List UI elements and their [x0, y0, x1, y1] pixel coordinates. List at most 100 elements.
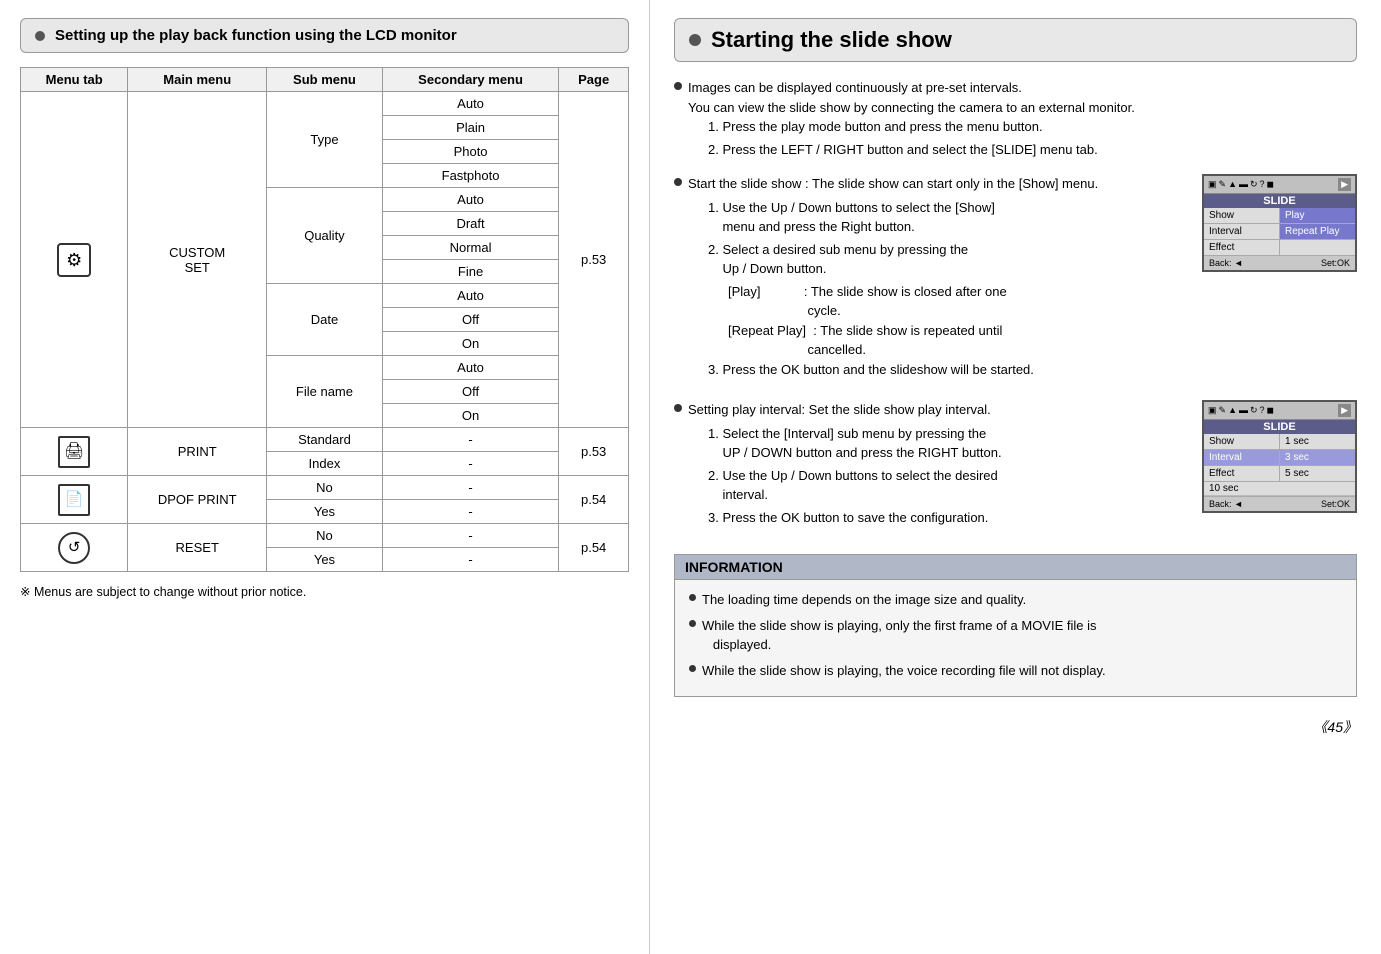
secondary-d-auto: Auto	[382, 284, 558, 308]
sub-menu-dpof-no: No	[267, 476, 383, 500]
section1-title-para: Start the slide show : The slide show ca…	[674, 174, 1182, 382]
col-main-menu: Main menu	[128, 68, 267, 92]
menu-table: Menu tab Main menu Sub menu Secondary me…	[20, 67, 629, 572]
lcd1-show-value: Play	[1280, 208, 1355, 223]
intro-line-2: You can view the slide show by connectin…	[688, 98, 1357, 118]
table-row: 📄 DPOF PRINT No - p.54	[21, 476, 629, 500]
sub-menu-standard: Standard	[267, 428, 383, 452]
secondary-d-off: Off	[382, 308, 558, 332]
icon-cell-dpof: 📄	[21, 476, 128, 524]
lcd2-effect-value: 5 sec	[1280, 466, 1355, 481]
sub-menu-date: Date	[267, 284, 383, 356]
secondary-plain: Plain	[382, 116, 558, 140]
footnote-text: ※ Menus are subject to change without pr…	[20, 584, 629, 599]
lcd2-icons: ▣✎▲▬↻?◼	[1208, 405, 1274, 416]
secondary-q-auto: Auto	[382, 188, 558, 212]
info-text-2: While the slide show is playing, only th…	[702, 616, 1097, 655]
section1-title: Start the slide show : The slide show ca…	[688, 176, 1098, 191]
right-header-bullet	[689, 34, 701, 46]
intro-step-2: 2. Press the LEFT / RIGHT button and sel…	[708, 140, 1357, 160]
lcd2-footer-left: Back: ◄	[1209, 499, 1243, 509]
secondary-standard: -	[382, 428, 558, 452]
main-menu-print: PRINT	[128, 428, 267, 476]
lcd2-interval-label: Interval	[1204, 450, 1280, 465]
secondary-reset-no: -	[382, 524, 558, 548]
secondary-normal: Normal	[382, 236, 558, 260]
info-item-2: While the slide show is playing, only th…	[689, 616, 1342, 655]
lcd1-row-interval: Interval Repeat Play	[1204, 224, 1355, 240]
col-page: Page	[559, 68, 629, 92]
section2-title: Setting play interval: Set the slide sho…	[688, 402, 991, 417]
s2-step1: 1. Select the [Interval] sub menu by pre…	[708, 424, 1182, 463]
sub-menu-filename: File name	[267, 356, 383, 428]
right-section-header: Starting the slide show	[674, 18, 1357, 62]
section2-desc: Setting play interval: Set the slide sho…	[674, 400, 1182, 538]
right-header-title: Starting the slide show	[711, 27, 952, 53]
secondary-draft: Draft	[382, 212, 558, 236]
lcd1-interval-label: Interval	[1204, 224, 1280, 239]
main-menu-reset: RESET	[128, 524, 267, 572]
sub-menu-reset-no: No	[267, 524, 383, 548]
table-row: ⚙ CUSTOMSET Type Auto p.53	[21, 92, 629, 116]
lcd2-row-effect: Effect 5 sec	[1204, 466, 1355, 482]
page-p53-custom: p.53	[559, 92, 629, 428]
print-icon: 🖨	[58, 436, 90, 468]
sub-menu-type: Type	[267, 92, 383, 188]
col-sub-menu: Sub menu	[267, 68, 383, 92]
secondary-auto: Auto	[382, 92, 558, 116]
custom-set-icon: ⚙	[57, 243, 91, 277]
secondary-f-off: Off	[382, 380, 558, 404]
lcd2-interval-value: 3 sec	[1280, 450, 1355, 465]
info-item-1: The loading time depends on the image si…	[689, 590, 1342, 610]
info-text-1: The loading time depends on the image si…	[702, 590, 1026, 610]
intro-bullet-1: Images can be displayed continuously at …	[674, 78, 1357, 162]
page-p53-print: p.53	[559, 428, 629, 476]
info-item-3: While the slide show is playing, the voi…	[689, 661, 1342, 681]
s1-repeatplay: [Repeat Play] : The slide show is repeat…	[728, 321, 1182, 360]
lcd2-row-interval: Interval 3 sec	[1204, 450, 1355, 466]
lcd2-row-show: Show 1 sec	[1204, 434, 1355, 450]
left-panel: Setting up the play back function using …	[0, 0, 650, 954]
lcd1-row-show: Show Play	[1204, 208, 1355, 224]
secondary-index: -	[382, 452, 558, 476]
section1: Start the slide show : The slide show ca…	[674, 174, 1357, 390]
intro-section: Images can be displayed continuously at …	[674, 78, 1357, 162]
lcd2-show-value: 1 sec	[1280, 434, 1355, 449]
info-text-3: While the slide show is playing, the voi…	[702, 661, 1106, 681]
main-menu-dpof: DPOF PRINT	[128, 476, 267, 524]
left-section-header: Setting up the play back function using …	[20, 18, 629, 53]
info-box-header: INFORMATION	[675, 555, 1356, 580]
section1-desc: Start the slide show : The slide show ca…	[674, 174, 1182, 390]
lcd2-show-label: Show	[1204, 434, 1280, 449]
s1-step2: 2. Select a desired sub menu by pressing…	[708, 240, 1182, 279]
secondary-d-on: On	[382, 332, 558, 356]
intro-line-1: Images can be displayed continuously at …	[688, 78, 1357, 98]
page-p54-reset: p.54	[559, 524, 629, 572]
sub-menu-reset-yes: Yes	[267, 548, 383, 572]
lcd-panel-2: ▣✎▲▬↻?◼ ▶ SLIDE Show 1 sec Interval 3 se…	[1202, 400, 1357, 513]
table-row: ↺ RESET No - p.54	[21, 524, 629, 548]
lcd1-icons: ▣✎▲▬↻?◼	[1208, 179, 1274, 190]
left-header-title: Setting up the play back function using …	[55, 27, 457, 44]
lcd1-footer-left: Back: ◄	[1209, 258, 1243, 268]
secondary-dpof-yes: -	[382, 500, 558, 524]
secondary-reset-yes: -	[382, 548, 558, 572]
lcd1-effect-label: Effect	[1204, 240, 1280, 255]
s1-play: [Play] : The slide show is closed after …	[728, 282, 1182, 321]
lcd2-footer-right: Set:OK	[1321, 499, 1350, 509]
secondary-dpof-no: -	[382, 476, 558, 500]
lcd1-title: SLIDE	[1204, 194, 1355, 208]
sub-menu-quality: Quality	[267, 188, 383, 284]
s2-step2: 2. Use the Up / Down buttons to select t…	[708, 466, 1182, 505]
lcd2-effect-label: Effect	[1204, 466, 1280, 481]
col-menu-tab: Menu tab	[21, 68, 128, 92]
secondary-fastphoto: Fastphoto	[382, 164, 558, 188]
secondary-f-auto: Auto	[382, 356, 558, 380]
lcd1-mode: ▶	[1338, 178, 1351, 191]
right-panel: Starting the slide show Images can be di…	[650, 0, 1381, 954]
s2-step3: 3. Press the OK button to save the confi…	[708, 508, 1182, 528]
lcd-panel-1: ▣✎▲▬↻?◼ ▶ SLIDE Show Play Interval Repea…	[1202, 174, 1357, 272]
lcd2-footer: Back: ◄ Set:OK	[1204, 497, 1355, 511]
s1-step1: 1. Use the Up / Down buttons to select t…	[708, 198, 1182, 237]
sub-menu-index: Index	[267, 452, 383, 476]
